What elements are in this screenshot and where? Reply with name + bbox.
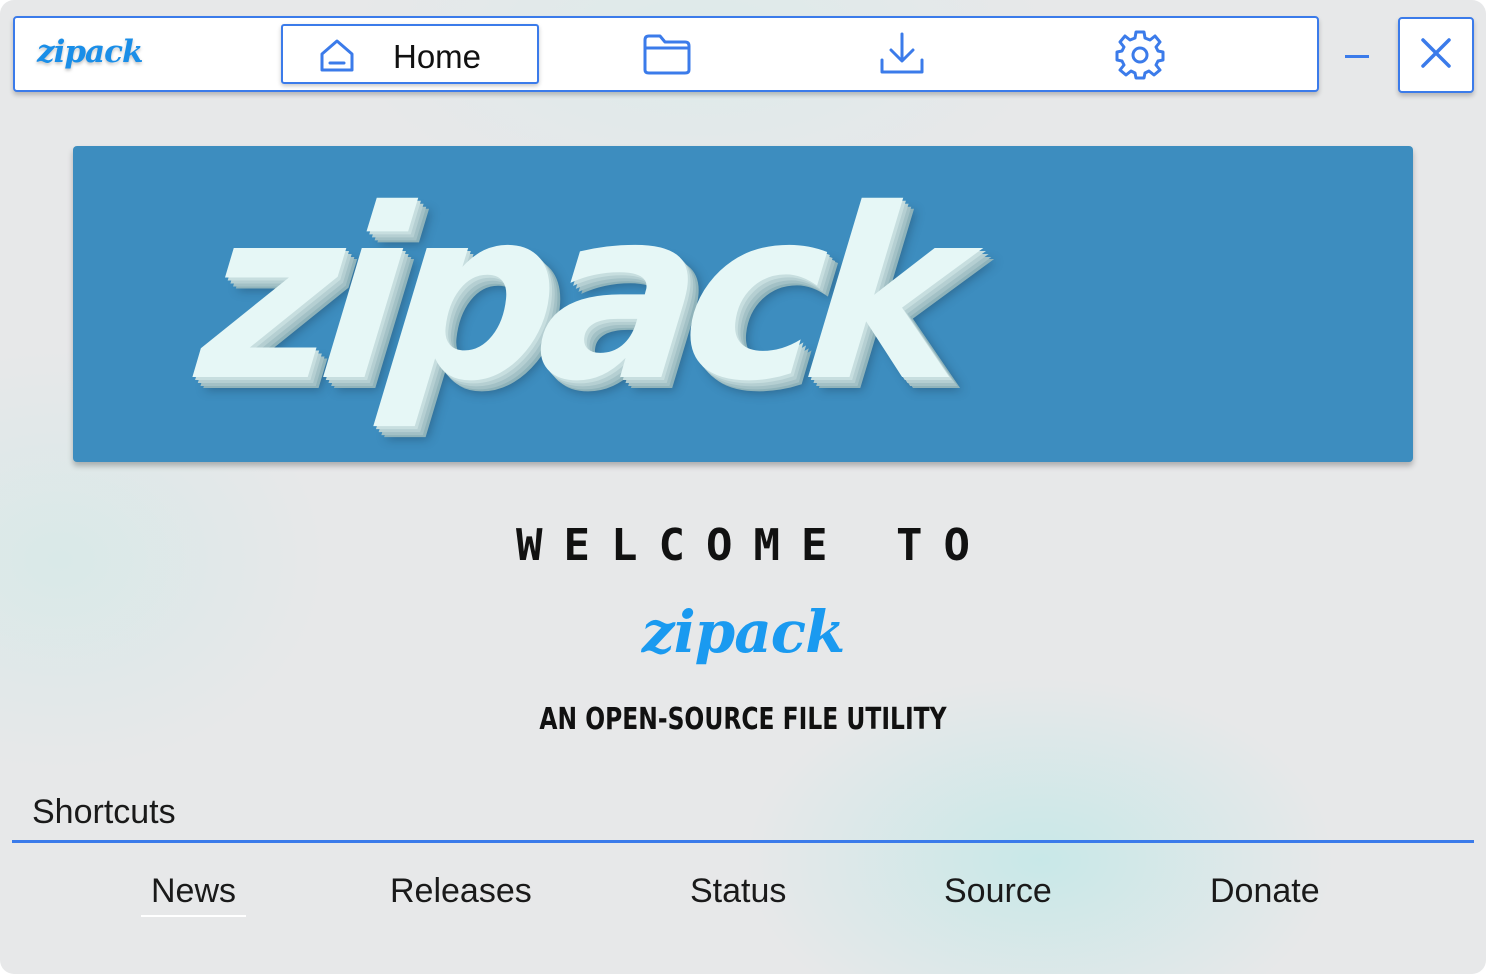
hero-banner-logo: zipack [188,158,965,433]
hero-banner: zipack [73,146,1413,462]
close-icon [1419,36,1453,74]
nav-download-button[interactable] [872,28,932,84]
tagline: AN OPEN-SOURCE FILE UTILITY [539,702,947,737]
welcome-brand: zipack [641,598,846,666]
nav-folder-button[interactable] [637,28,697,84]
welcome-heading: WELCOME TO [516,520,991,571]
top-navbar: zipack Home [13,16,1319,92]
download-icon [877,30,927,82]
home-icon [317,37,357,77]
gear-icon [1114,28,1166,84]
nav-settings-button[interactable] [1110,28,1170,84]
nav-home-label: Home [393,38,482,75]
app-logo: zipack [37,34,143,70]
shortcut-releases[interactable]: Releases [390,872,532,911]
app-window: zipack Home zipack WELCOME TO zipack AN … [0,0,1486,974]
shortcuts-divider [12,840,1474,843]
close-button[interactable] [1398,17,1474,93]
shortcuts-title: Shortcuts [32,793,176,831]
shortcut-source[interactable]: Source [944,872,1052,911]
shortcut-news[interactable]: News [141,872,247,917]
minimize-button[interactable] [1340,32,1374,66]
folder-icon [641,32,693,80]
shortcut-status[interactable]: Status [690,872,786,911]
shortcut-donate[interactable]: Donate [1210,872,1320,911]
nav-home-button[interactable]: Home [281,24,539,84]
